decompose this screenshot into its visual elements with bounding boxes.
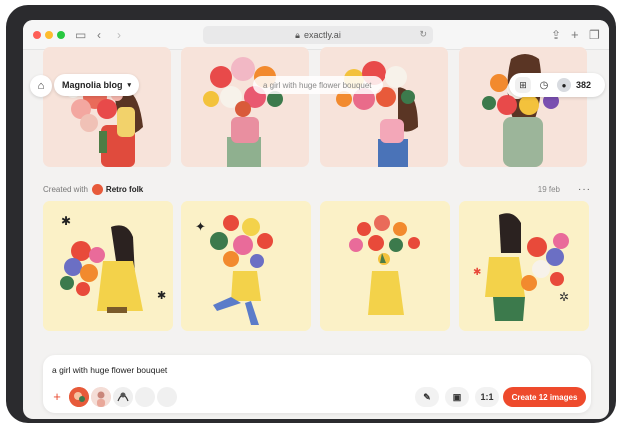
search-placeholder: a girl with huge flower bouquet [263, 80, 372, 90]
style-chip[interactable]: Retro folk [91, 183, 144, 195]
svg-text:✱: ✱ [157, 290, 166, 302]
credits-count: 382 [576, 80, 592, 90]
reference-slot-empty[interactable] [157, 387, 177, 407]
image-tile[interactable]: ✱ ✱ [43, 201, 173, 331]
magic-brush-button[interactable]: ✎ [415, 387, 439, 407]
search-input[interactable]: a girl with huge flower bouquet [253, 76, 383, 94]
more-options-icon[interactable]: ··· [578, 184, 591, 195]
avatar[interactable]: ● [557, 78, 571, 92]
forward-icon[interactable]: › [117, 27, 121, 43]
device-frame: ▭ ‹ › 🔒︎ exactly.ai ↻ ⇪ + ❐ ⌂ Magnolia b… [6, 5, 616, 423]
add-reference-button[interactable]: + [49, 389, 65, 405]
svg-text:✲: ✲ [559, 290, 569, 304]
project-name: Magnolia blog [62, 80, 123, 90]
new-tab-icon[interactable]: + [571, 27, 579, 43]
lock-icon: 🔒︎ [295, 29, 300, 40]
image-tile[interactable] [43, 47, 171, 167]
image-tile[interactable] [320, 201, 450, 331]
generated-image [181, 47, 309, 167]
svg-text:✱: ✱ [61, 214, 71, 228]
image-settings-button[interactable]: ▣ [445, 387, 469, 407]
app-content: ⌂ Magnolia blog ▾ a girl with huge flowe… [23, 47, 609, 419]
generated-image [320, 201, 450, 331]
reference-slot-empty[interactable] [135, 387, 155, 407]
reference-thumbnail[interactable] [91, 387, 111, 407]
share-icon[interactable]: ⇪ [551, 27, 561, 43]
image-tile[interactable] [320, 47, 448, 167]
generated-image: ✱✱ [43, 201, 173, 331]
sidebar-toggle-icon[interactable]: ▭ [75, 27, 86, 43]
reference-image [69, 387, 89, 407]
browser-toolbar: ▭ ‹ › 🔒︎ exactly.ai ↻ ⇪ + ❐ [23, 20, 609, 50]
generated-image: ✦ [181, 201, 311, 331]
image-tile[interactable]: ✦ [181, 201, 311, 331]
reference-thumbnail[interactable] [113, 387, 133, 407]
prompt-input[interactable]: a girl with huge flower bouquet [52, 365, 167, 375]
grid-view-icon[interactable]: ⊞ [515, 77, 531, 93]
prompt-composer: a girl with huge flower bouquet + ✎ ▣ 1:… [43, 355, 591, 413]
screen: ▭ ‹ › 🔒︎ exactly.ai ↻ ⇪ + ❐ ⌂ Magnolia b… [23, 20, 609, 419]
svg-text:✦: ✦ [195, 219, 206, 234]
magic-brush-icon: ✎ [423, 391, 431, 402]
section-date: 19 feb [537, 184, 560, 194]
home-button[interactable]: ⌂ [30, 75, 52, 97]
address-bar[interactable]: 🔒︎ exactly.ai ↻ [203, 26, 433, 44]
aspect-ratio-button[interactable]: 1:1 [475, 387, 499, 407]
close-window-button[interactable] [33, 31, 41, 39]
home-icon: ⌂ [37, 80, 45, 92]
generated-image [320, 47, 448, 167]
image-tile[interactable]: ✱ ✲ [459, 201, 589, 331]
style-thumbnail-icon [91, 183, 103, 195]
tabs-overview-icon[interactable]: ❐ [589, 27, 600, 43]
minimize-window-button[interactable] [45, 31, 53, 39]
generated-image [459, 47, 587, 167]
style-name: Retro folk [105, 184, 144, 194]
header-controls: ⊞ ◷ ● 382 [509, 73, 605, 97]
project-selector[interactable]: Magnolia blog ▾ [54, 74, 140, 96]
reference-thumbnail[interactable] [69, 387, 89, 407]
history-icon[interactable]: ◷ [536, 77, 552, 93]
maximize-window-button[interactable] [57, 31, 65, 39]
reference-image [91, 387, 111, 407]
back-icon[interactable]: ‹ [97, 27, 101, 43]
image-tile[interactable] [459, 47, 587, 167]
create-images-button[interactable]: Create 12 images [503, 387, 586, 407]
reference-image [113, 387, 133, 407]
url-text: exactly.ai [303, 30, 341, 40]
generated-image [43, 47, 171, 167]
reload-icon[interactable]: ↻ [419, 29, 427, 40]
svg-text:✱: ✱ [473, 267, 481, 278]
image-icon: ▣ [452, 391, 462, 402]
image-tile[interactable] [181, 47, 309, 167]
created-with-label: Created with [43, 184, 88, 194]
generated-image: ✱✲ [459, 201, 589, 331]
section-header: Created with Retro folk 19 feb ··· [43, 182, 591, 196]
chevron-down-icon: ▾ [127, 82, 132, 89]
